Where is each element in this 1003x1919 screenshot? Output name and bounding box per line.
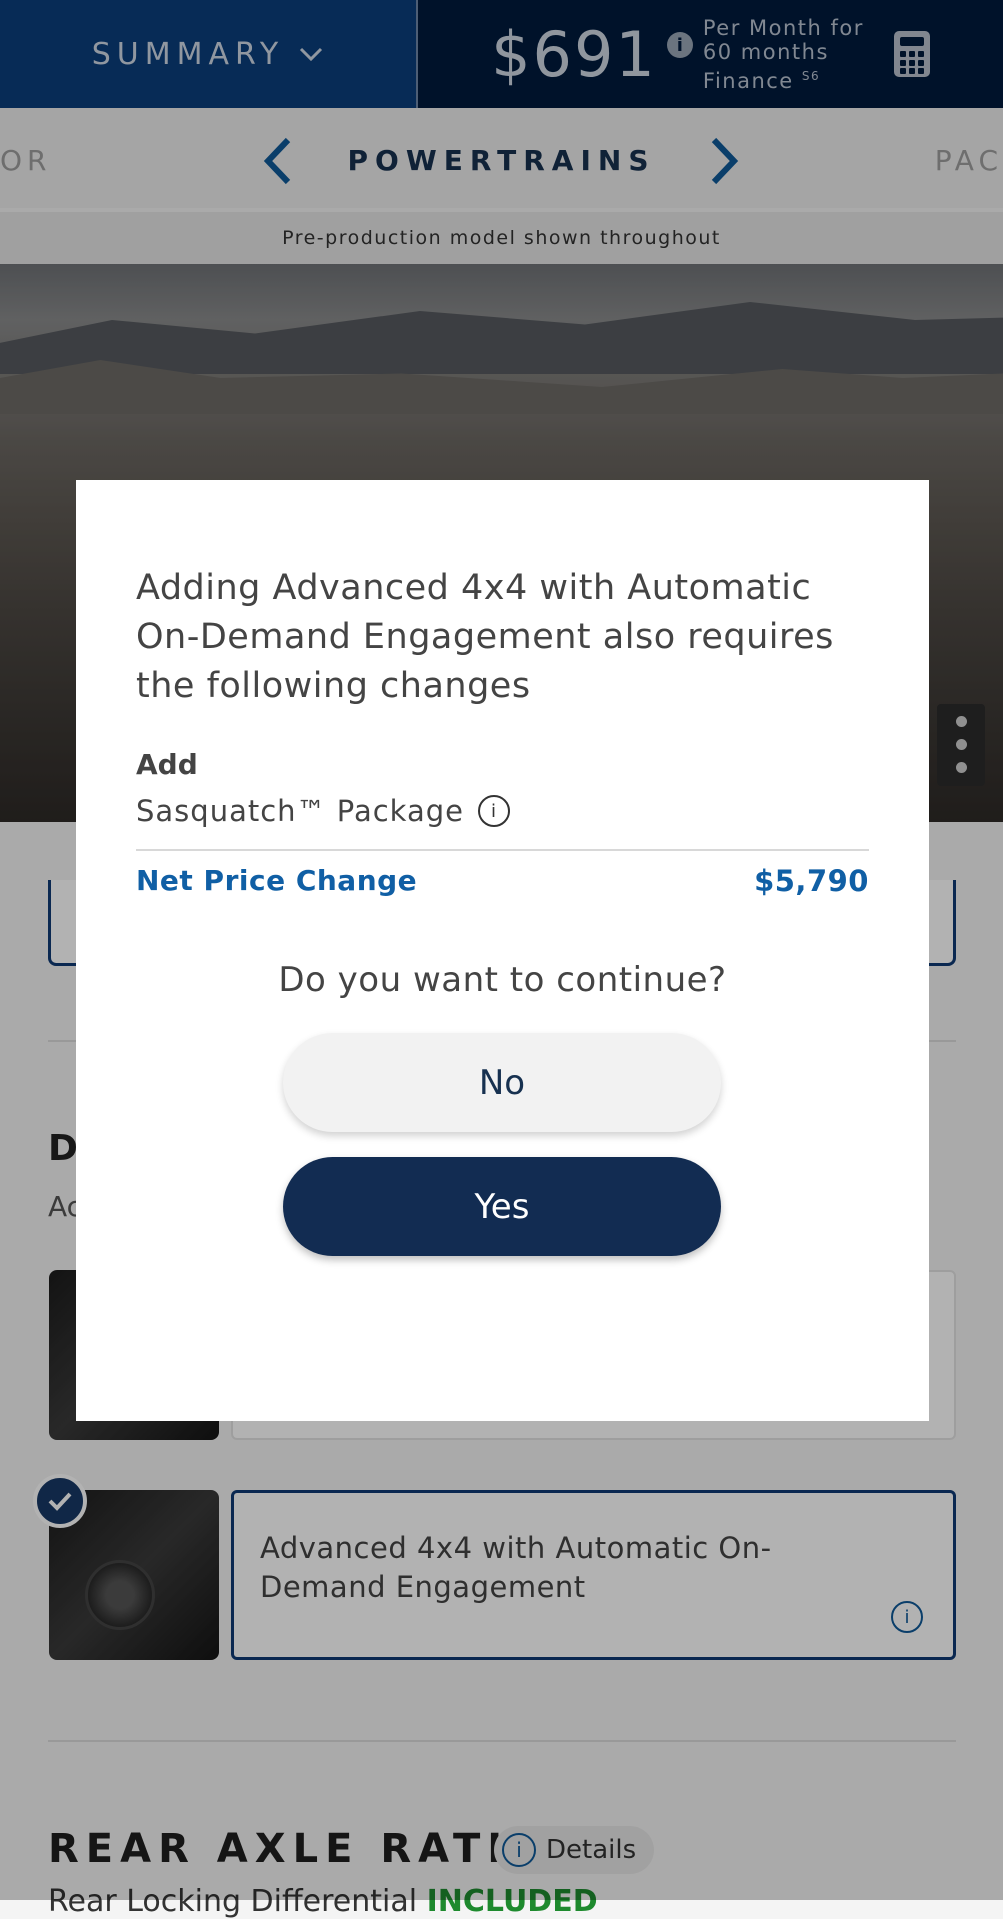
add-label: Add	[136, 748, 198, 781]
info-icon[interactable]: i	[477, 795, 510, 827]
dialog-title: Adding Advanced 4x4 with Automatic On-De…	[136, 568, 834, 706]
continue-question: Do you want to continue?	[278, 960, 727, 1000]
no-button[interactable]: No	[283, 1033, 721, 1132]
package-name: Sasquatch™ Package	[136, 794, 464, 828]
net-price-value: $5,790	[754, 864, 869, 898]
divider	[136, 849, 869, 851]
confirmation-dialog: Adding Advanced 4x4 with Automatic On-De…	[76, 480, 929, 1421]
package-row: Sasquatch™ Package i	[136, 794, 510, 828]
yes-button[interactable]: Yes	[283, 1157, 721, 1256]
net-price-label: Net Price Change	[136, 864, 418, 897]
